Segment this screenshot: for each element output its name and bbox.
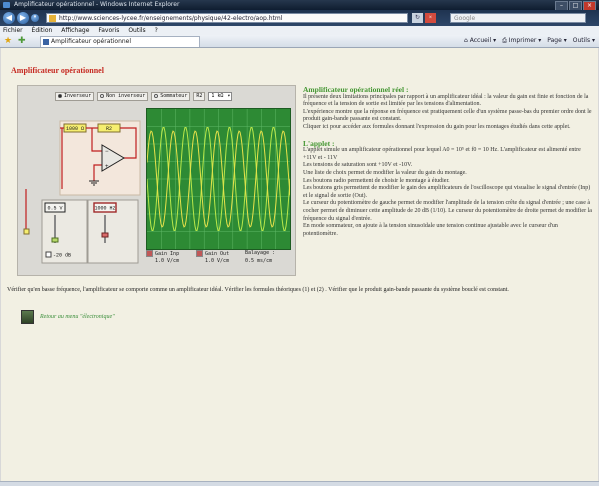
gain-inp-value: 1.0 V/cm	[155, 258, 180, 264]
paragraph: Il présente deux limitations principales…	[303, 93, 589, 108]
attenuator-checkbox	[45, 251, 52, 258]
paragraph: En mode sommateur, on ajoute à la tensio…	[303, 223, 558, 237]
stop-icon[interactable]: ×	[425, 13, 436, 23]
paragraph: L'expérience montre que la réponse en fr…	[303, 108, 592, 123]
home-label: Accueil	[469, 37, 492, 44]
gray-button-icon	[196, 250, 203, 257]
gain-inp-label: Gain Inp	[155, 251, 180, 257]
gain-out-label: Gain Out	[205, 251, 230, 257]
back-to-menu[interactable]: Retour au menu "électronique"	[21, 310, 115, 324]
address-actions: ↻ ×	[412, 13, 436, 23]
radio-dot-icon	[100, 93, 105, 98]
page-menu-label: Page	[547, 37, 562, 44]
ie-logo-icon	[3, 2, 10, 8]
menu-file[interactable]: Fichier	[3, 27, 23, 34]
radio-label: Non inverseur	[106, 93, 146, 99]
oscilloscope-screen	[146, 108, 291, 250]
amplitude-slider-thumb	[51, 237, 59, 243]
forward-arrow-icon[interactable]: ▶	[17, 12, 29, 24]
radio-inverseur[interactable]: Inverseur	[55, 92, 95, 101]
radio-dot-icon	[58, 93, 62, 98]
home-button[interactable]: ⌂ Accueil ▾	[464, 35, 496, 47]
menu-help[interactable]: ?	[155, 27, 158, 34]
circuit-diagram: 1000 Ω R2 − +	[59, 120, 141, 196]
tab-bar: ★ ✚ Amplificateur opérationnel ⌂ Accueil…	[0, 35, 599, 48]
tools-menu-button[interactable]: Outils ▾	[573, 35, 595, 47]
tab-label: Amplificateur opérationnel	[51, 38, 132, 45]
gain-out-value: 1.0 V/cm	[205, 258, 230, 264]
menu-tools[interactable]: Outils	[128, 27, 145, 34]
search-input[interactable]: Google	[450, 13, 586, 23]
gain-out-button[interactable]: Gain Out	[196, 250, 229, 257]
paragraph: Le curseur du potentiomètre de gauche pe…	[303, 200, 592, 222]
attenuator-label: -20 dB	[53, 253, 71, 259]
page-favicon-icon	[49, 15, 56, 22]
paragraph: Une liste de choix permet de modifier la…	[303, 169, 467, 176]
tab-favicon-icon	[43, 39, 49, 45]
resistor-r2-label: R2	[106, 126, 112, 132]
window-title: Amplificateur opérationnel - Windows Int…	[14, 1, 180, 8]
generator-panel: 0.5 V 1000 Hz -20 dB	[22, 189, 141, 269]
print-label: Imprimer	[508, 37, 537, 44]
address-toolbar: ◀ ▶ ▾ http://www.sciences-lycee.fr/ensei…	[0, 10, 599, 26]
java-applet: Inverseur Non inverseur Sommateur R2 1 k…	[17, 85, 296, 276]
radio-non-inverseur[interactable]: Non inverseur	[97, 92, 149, 101]
input-frequency-value: 1000 Hz	[94, 206, 115, 212]
page-title: Amplificateur opérationnel	[11, 66, 104, 75]
radio-sommateur[interactable]: Sommateur	[151, 92, 191, 101]
history-dropdown-icon[interactable]: ▾	[31, 14, 39, 22]
input-amplitude-value: 0.5 V	[47, 206, 62, 212]
address-url-text: http://www.sciences-lycee.fr/enseignemen…	[59, 15, 283, 22]
sweep-label: Balayage :	[245, 250, 276, 256]
generator-controls: 0.5 V 1000 Hz -20 dB	[23, 189, 139, 264]
svg-text:+: +	[105, 164, 109, 170]
print-button[interactable]: ⎙ Imprimer ▾	[502, 35, 541, 47]
address-input[interactable]: http://www.sciences-lycee.fr/enseignemen…	[46, 13, 408, 23]
page-menu-button[interactable]: Page ▾	[547, 35, 566, 47]
section-heading-real-opamp: Amplificateur opérationnel réel :	[303, 85, 409, 94]
window-titlebar: Amplificateur opérationnel - Windows Int…	[0, 0, 599, 11]
paragraph: L'applet simule un amplificateur opérati…	[303, 147, 581, 161]
resistor-r1-label: 1000 Ω	[66, 126, 84, 132]
gray-button-icon	[146, 250, 153, 257]
formula-link-paragraph[interactable]: Cliquer ici pour accéder aux formules do…	[303, 124, 593, 132]
radio-dot-icon	[154, 93, 159, 98]
gain-inp-button[interactable]: Gain Inp	[146, 250, 179, 257]
status-bar	[0, 481, 599, 486]
paragraph: Les boutons gris permettent de modifier …	[303, 185, 591, 199]
radio-label: Sommateur	[160, 93, 188, 99]
book-icon	[21, 310, 34, 324]
favorites-star-icon[interactable]: ★	[4, 36, 12, 46]
exercise-instructions: Vérifier qu'en basse fréquence, l'amplif…	[7, 287, 509, 293]
menu-favorites[interactable]: Favoris	[98, 27, 119, 34]
tools-menu-label: Outils	[572, 37, 591, 44]
menu-bar: Fichier Édition Affichage Favoris Outils…	[0, 26, 599, 35]
menu-view[interactable]: Affichage	[61, 27, 89, 34]
gain-resistor-select[interactable]: 1 kΩ	[208, 92, 233, 101]
add-favorite-icon[interactable]: ✚	[18, 36, 26, 46]
radio-label: Inverseur	[64, 93, 92, 99]
svg-text:−: −	[105, 149, 109, 155]
frequency-slider-thumb	[101, 232, 109, 238]
explanation-text: Amplificateur opérationnel réel : Il pré…	[303, 86, 593, 238]
r-select-label: R2	[193, 92, 206, 101]
montage-radio-group: Inverseur Non inverseur Sommateur R2 1 k…	[55, 92, 233, 101]
sweep-value: 0.5 ms/cm	[245, 258, 273, 264]
tab-active[interactable]: Amplificateur opérationnel	[40, 36, 200, 47]
refresh-icon[interactable]: ↻	[412, 13, 423, 23]
menu-edit[interactable]: Édition	[32, 27, 53, 34]
paragraph: Les boutons radio permettent de choisir …	[303, 177, 450, 184]
page-content: Amplificateur opérationnel Inverseur Non…	[1, 48, 598, 481]
paragraph: Les tensions de saturation sont +10V et …	[303, 162, 413, 169]
command-bar: ⌂ Accueil ▾ ⎙ Imprimer ▾ Page ▾ Outils ▾	[464, 35, 595, 47]
back-arrow-icon[interactable]: ◀	[3, 12, 15, 24]
back-to-menu-link[interactable]: Retour au menu "électronique"	[40, 314, 115, 320]
